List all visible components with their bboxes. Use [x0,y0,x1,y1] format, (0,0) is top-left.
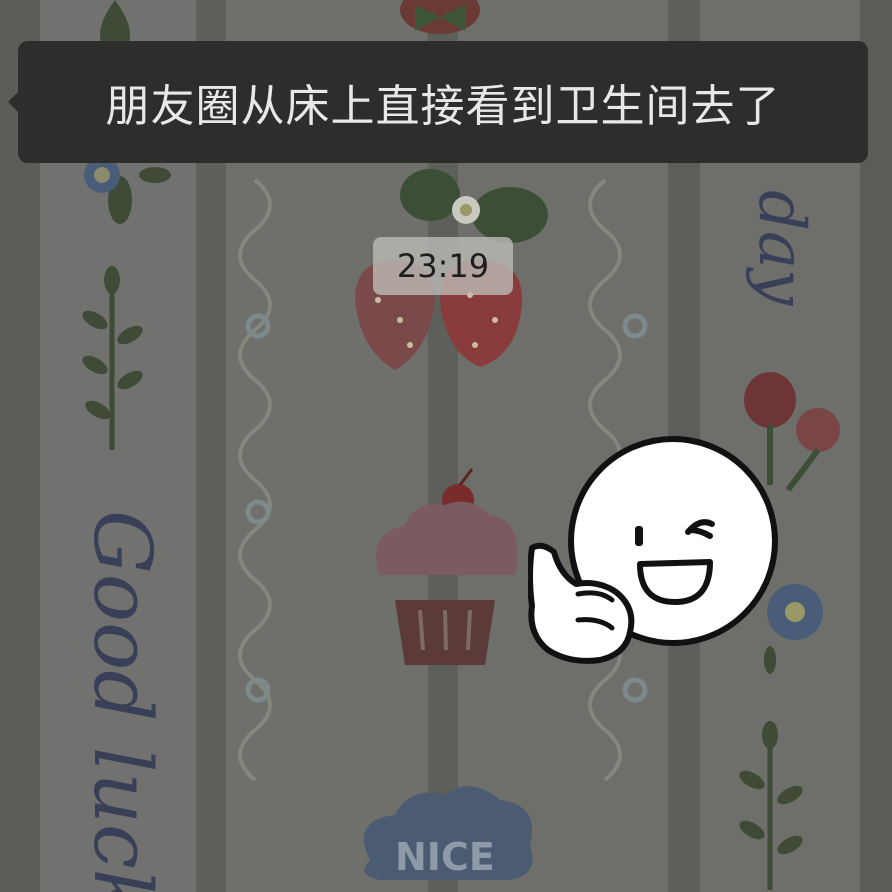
timestamp-text: 23:19 [396,247,490,285]
wallpaper-cloud-text: NICE [395,835,495,879]
thumbs-up-smiley-sticker[interactable] [528,436,790,666]
timestamp-badge: 23:19 [373,237,513,295]
wallpaper-script-right: day [744,190,818,306]
bubble-tail [8,91,19,113]
message-text: 朋友圈从床上直接看到卫生间去了 [105,81,781,132]
message-bubble[interactable]: 朋友圈从床上直接看到卫生间去了 [8,41,868,163]
wallpaper-script-left: Good luck [76,510,169,892]
sticker-left-eye [635,526,643,546]
